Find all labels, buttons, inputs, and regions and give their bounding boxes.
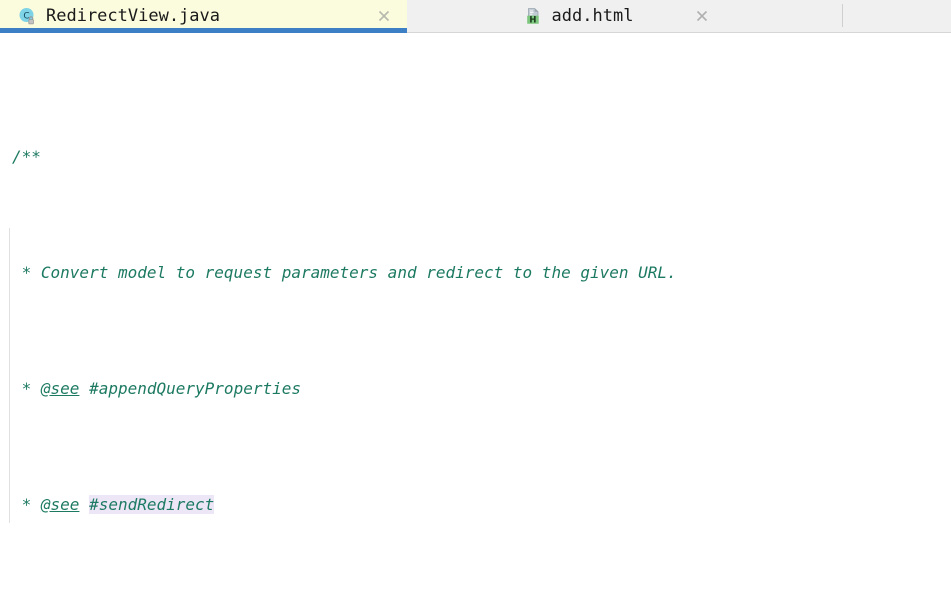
tab-label: RedirectView.java [46, 6, 220, 26]
javadoc-open: /** [12, 147, 41, 166]
javadoc-star: * [12, 379, 41, 398]
tab-redirectview-java[interactable]: C RedirectView.java [0, 0, 407, 33]
code-line: * Convert model to request parameters an… [0, 258, 951, 287]
close-icon[interactable] [693, 7, 711, 25]
tab-content: C RedirectView.java [18, 6, 220, 26]
javadoc-see-tag: @see [40, 379, 80, 398]
javadoc-see-tag: @see [40, 495, 80, 514]
close-icon[interactable] [375, 7, 393, 25]
tab-content: H add.html [524, 6, 634, 26]
javadoc-star: * [12, 495, 41, 514]
tab-bar-filler [843, 0, 951, 32]
java-class-icon: C [18, 7, 37, 26]
javadoc-reference-highlighted: #sendRedirect [89, 495, 215, 514]
tab-add-html[interactable]: H add.html [407, 0, 842, 32]
javadoc-text: * Convert model to request parameters an… [12, 263, 677, 282]
html-file-icon: H [524, 7, 543, 26]
code-editor[interactable]: /** * Convert model to request parameter… [0, 33, 951, 608]
javadoc-reference: #appendQueryProperties [79, 379, 301, 398]
code-line: /** [0, 142, 951, 171]
editor-tab-bar: C RedirectView.java H add.html [0, 0, 951, 33]
svg-text:H: H [529, 14, 536, 24]
javadoc-space [79, 495, 89, 514]
code-line: * @see #sendRedirect [0, 490, 951, 519]
tab-label: add.html [551, 6, 634, 26]
code-content: /** * Convert model to request parameter… [0, 33, 951, 608]
code-line: * @see #appendQueryProperties [0, 374, 951, 403]
